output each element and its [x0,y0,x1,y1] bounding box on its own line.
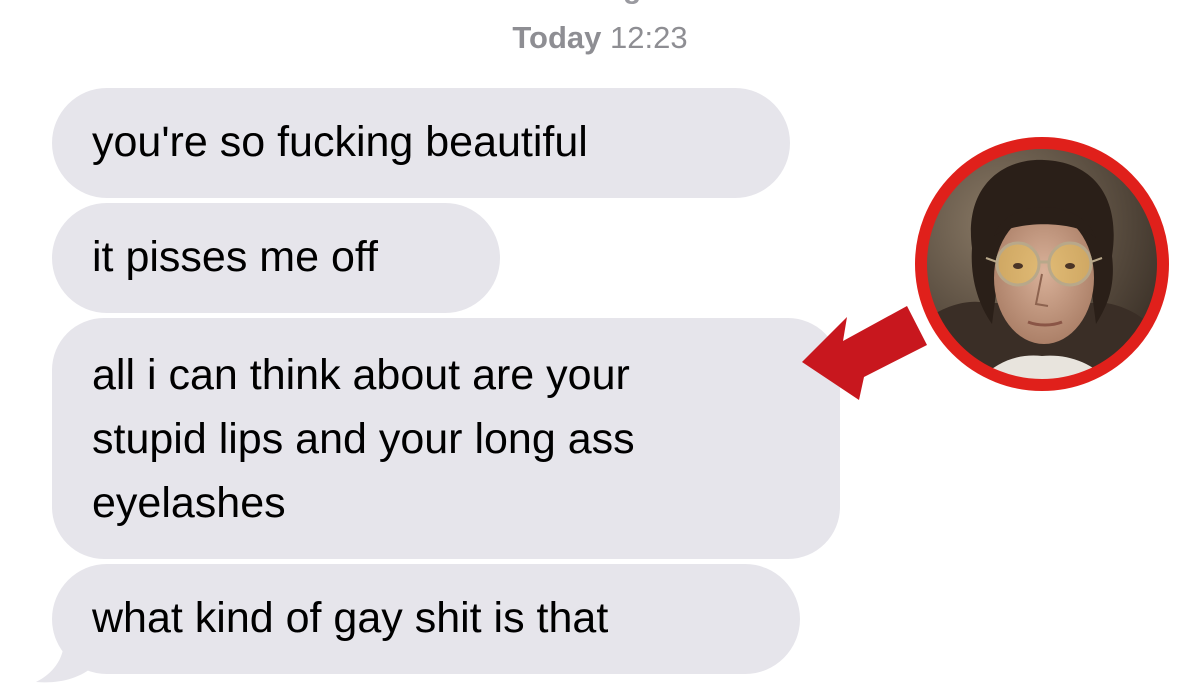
bubble-tail-icon [36,640,94,683]
message-line: you're so fucking beautiful [92,118,588,166]
message-line: eyelashes [92,479,286,527]
message-bubble[interactable]: what kind of gay shit is that [52,564,800,674]
message-bubble[interactable]: it pisses me off [52,203,500,313]
portrait-photo-icon [915,137,1169,391]
conversation-header: iMessage Today 12:23 [0,0,1179,70]
service-label: iMessage [0,0,1179,6]
message-line: all i can think about are your [92,351,630,399]
timestamp-time: 12:23 [610,20,688,55]
message-bubble[interactable]: you're so fucking beautiful [52,88,790,198]
message-line: stupid lips and your long ass [92,415,635,463]
timestamp-day: Today [512,20,602,55]
message-bubble[interactable]: all i can think about are your stupid li… [52,318,840,559]
message-line: what kind of gay shit is that [92,594,609,642]
message-timestamp: Today 12:23 [0,20,1179,56]
message-line: it pisses me off [92,233,378,281]
